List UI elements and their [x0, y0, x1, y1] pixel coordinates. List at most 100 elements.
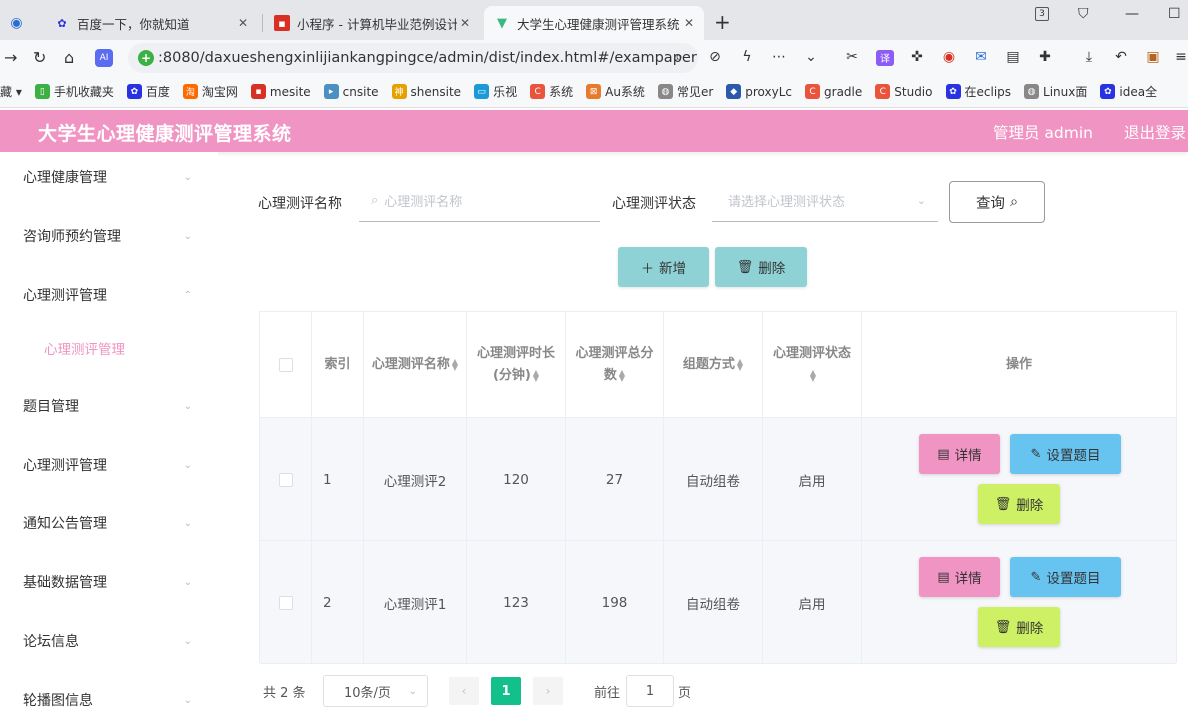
bookmark-item[interactable]: ▭ 乐视 [474, 83, 517, 100]
close-icon[interactable]: ✕ [238, 16, 248, 30]
browser-menu-tab[interactable]: ◉ [0, 6, 40, 40]
goto-page-input[interactable]: 1 [626, 675, 674, 707]
c-icon: C [805, 84, 821, 99]
set-questions-button[interactable]: ✎ 设置题目 [1010, 434, 1121, 474]
select-all-checkbox[interactable] [278, 358, 293, 372]
close-icon[interactable]: ✕ [684, 16, 694, 30]
set-questions-button[interactable]: ✎ 设置题目 [1010, 557, 1121, 597]
zoom-icon[interactable]: ⌕ [670, 49, 688, 65]
detail-button[interactable]: ▤ 详情 [919, 557, 1000, 597]
new-tab-button[interactable]: + [714, 10, 731, 34]
weibo-icon[interactable]: ◉ [940, 49, 958, 65]
shirt-icon[interactable]: ⛉ [1078, 6, 1089, 22]
col-duration[interactable]: 心理测评时长(分钟) ▲ ▼ [467, 312, 566, 418]
row-checkbox[interactable] [278, 472, 293, 487]
undo-icon[interactable]: ↶ [1112, 49, 1130, 65]
lightning-icon[interactable]: ϟ [738, 49, 756, 65]
translate-icon[interactable]: 译 [876, 50, 894, 66]
sidebar-item-carousel[interactable]: 轮播图信息 ⌄ [0, 680, 218, 720]
row-select-cell[interactable] [260, 418, 312, 541]
more-icon[interactable]: ⋯ [770, 49, 788, 65]
col-name-label: 心理测评名称 [371, 357, 450, 372]
sidebar-item-assessment-expanded[interactable]: 心理测评管理 ⌃ [0, 275, 218, 315]
bookmark-item[interactable]: ▸ cnsite [323, 84, 379, 99]
bookmark-item[interactable]: ▯ 手机收藏夹 [34, 83, 114, 100]
minimize-icon[interactable]: — [1125, 6, 1139, 22]
page-unit-label: 页 [678, 686, 692, 701]
col-mode[interactable]: 组题方式 ▲ ▼ [664, 312, 763, 418]
col-ops: 操作 [862, 312, 1176, 418]
sidebar-item-basic-data[interactable]: 基础数据管理 ⌄ [0, 562, 218, 602]
url-field[interactable]: + :8080/daxueshengxinlijiankangpingce/ad… [128, 43, 698, 73]
name-search-input[interactable]: ⌕ 心理测评名称 [359, 180, 600, 222]
reader-icon[interactable]: ▤ [1004, 49, 1022, 65]
bookmark-item[interactable]: 淘淘宝网 [182, 83, 238, 100]
current-page[interactable]: 1 [491, 677, 521, 705]
row-delete-button[interactable]: 🗑 删除 [978, 484, 1060, 524]
row-select-cell[interactable] [260, 541, 312, 664]
sidebar-item-mental-health[interactable]: 心理健康管理 ⌄ [0, 157, 218, 197]
briefcase-icon[interactable]: ▣ [1144, 49, 1162, 65]
scissors-icon[interactable]: ✂ [843, 49, 861, 65]
download-icon[interactable]: ⤓ [1080, 49, 1098, 65]
sidebar-item-questions[interactable]: 题目管理 ⌄ [0, 386, 218, 426]
row-delete-button[interactable]: 🗑 删除 [978, 607, 1060, 647]
close-icon[interactable]: ✕ [460, 16, 470, 30]
home-icon[interactable]: ⌂ [64, 48, 74, 67]
mail-icon[interactable]: ✉ [972, 49, 990, 65]
chevron-down-icon: ⌄ [183, 171, 192, 183]
ai-icon[interactable]: AI [95, 49, 113, 67]
bookmark-item[interactable]: C Studio [875, 84, 933, 99]
bookmark-item[interactable]: ◍ Linux面 [1024, 83, 1087, 100]
maximize-icon[interactable]: ☐ [1168, 6, 1181, 22]
bookmark-item[interactable]: 藏 ▾ [0, 83, 22, 100]
detail-button[interactable]: ▤ 详情 [919, 434, 1000, 474]
bookmark-item[interactable]: ◍ 常见er [657, 83, 713, 100]
add-button[interactable]: ＋ 新增 [618, 247, 709, 287]
sidebar-item-counselor-booking[interactable]: 咨询师预约管理 ⌄ [0, 216, 218, 256]
bookmark-item[interactable]: 神 shensite [391, 84, 461, 99]
bookmark-item[interactable]: Cgradle [805, 84, 862, 99]
puzzle-icon[interactable]: ✚ [1036, 49, 1054, 65]
status-select[interactable]: 请选择心理测评状态 ⌄ [712, 180, 938, 222]
sidebar-item-notices[interactable]: 通知公告管理 ⌄ [0, 503, 218, 543]
sidebar-item-forum[interactable]: 论坛信息 ⌄ [0, 621, 218, 661]
compass-icon[interactable]: ⊘ [706, 49, 724, 65]
tab-count-badge[interactable]: 3 [1035, 7, 1049, 21]
bookmark-item[interactable]: C 系统 [530, 83, 573, 100]
col-name[interactable]: 心理测评名称 ▲ ▼ [364, 312, 467, 418]
bookmark-item[interactable]: ◆ proxyLc [726, 84, 792, 99]
sidebar-item-assessment[interactable]: 心理测评管理 ⌄ [0, 445, 218, 485]
bookmark-label: 藏 [0, 85, 13, 99]
query-button[interactable]: 查询 ⌕ [949, 181, 1045, 223]
sort-icon[interactable]: ▲ ▼ [533, 368, 539, 382]
logout-button[interactable]: 退出登录 [1124, 121, 1186, 143]
col-total[interactable]: 心理测评总分数 ▲ ▼ [566, 312, 664, 418]
col-status[interactable]: 心理测评状态 ▲ ▼ [763, 312, 862, 418]
tab-active-app[interactable]: ▼ 大学生心理健康测评管理系统 ✕ [484, 6, 704, 40]
tab-miniprogram[interactable]: ▪ 小程序 - 计算机毕业范例设计 ✕ [264, 6, 480, 40]
sort-icon[interactable]: ▲ ▼ [737, 357, 743, 371]
prev-page-button[interactable]: ‹ [449, 677, 479, 705]
forward-arrow-icon[interactable]: → [4, 48, 17, 67]
bookmark-item[interactable]: ▪ mesite [250, 84, 311, 99]
row-checkbox[interactable] [278, 595, 293, 610]
bookmark-item[interactable]: ✿ 在eclips [945, 83, 1011, 100]
refresh-icon[interactable]: ↻ [33, 48, 46, 67]
tab-baidu[interactable]: ✿ 百度一下，你就知道 ✕ [44, 6, 258, 40]
next-page-button[interactable]: › [533, 677, 563, 705]
batch-delete-button[interactable]: 🗑 删除 [715, 247, 807, 287]
sort-icon[interactable]: ▲ ▼ [810, 368, 816, 382]
submenu-item-assessment-active[interactable]: 心理测评管理 [0, 330, 218, 366]
bookmark-item[interactable]: ✿ idea全 [1100, 83, 1157, 100]
select-all-cell[interactable] [260, 312, 312, 418]
bookmark-item[interactable]: ⊠ Au系统 [586, 83, 645, 100]
menu-icon[interactable]: ≡ [1172, 49, 1188, 65]
chevron-down-icon[interactable]: ⌄ [802, 49, 820, 65]
game-icon[interactable]: ✜ [908, 49, 926, 65]
page-size-select[interactable]: 10条/页 ⌄ [323, 675, 428, 707]
sort-icon[interactable]: ▲ ▼ [452, 357, 458, 371]
sort-icon[interactable]: ▲ ▼ [619, 368, 625, 382]
bookmark-item[interactable]: ✿ 百度 [126, 83, 170, 100]
sidebar-item-label: 心理健康管理 [23, 170, 107, 186]
